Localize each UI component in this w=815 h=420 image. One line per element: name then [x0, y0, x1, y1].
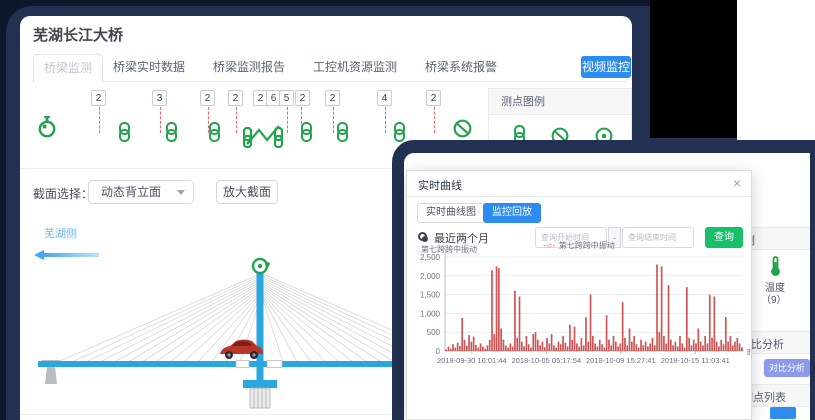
vibration-chart: 0 500 1,000 1,500 2,000 2,500 2018-09-30 16:01…	[411, 249, 751, 379]
truss-sensor-icon[interactable]	[243, 120, 283, 148]
thermometer-icon[interactable]	[769, 256, 782, 277]
svg-text:1,000: 1,000	[420, 309, 441, 318]
svg-text:时间: 时间	[747, 347, 751, 357]
svg-text:1,500: 1,500	[420, 291, 441, 300]
svg-text:0: 0	[436, 347, 441, 356]
temperature-count: （9）	[761, 291, 787, 306]
modal-header: 实时曲线 ×	[407, 171, 751, 197]
sensor-count-badge: 2	[91, 90, 106, 106]
sensor-dash-line	[99, 107, 100, 133]
svg-text:2,500: 2,500	[420, 253, 441, 262]
tab-0[interactable]: 桥梁监测	[33, 54, 103, 83]
tab-2[interactable]: 桥梁监测报告	[203, 54, 295, 82]
sensor-count-badge: 3	[152, 90, 167, 106]
svg-text:2,000: 2,000	[420, 272, 441, 281]
pier-cap	[243, 380, 277, 388]
legend-panel-title: 测点图例	[489, 89, 631, 115]
chain-link-icon[interactable]	[336, 122, 349, 147]
disabled-sensor-icon[interactable]	[453, 119, 472, 138]
section-select-dropdown[interactable]: 动态背立面	[88, 180, 194, 204]
sensor-count-badge: 2	[200, 90, 215, 106]
sensor-dash-line	[434, 107, 435, 133]
svg-text:2018-10-09 15:27:41: 2018-10-09 15:27:41	[586, 356, 656, 365]
background-black-region	[650, 0, 737, 138]
tab-realtime-curve[interactable]: 实时曲线图	[417, 203, 485, 223]
chevron-down-icon	[177, 190, 185, 195]
svg-text:500: 500	[427, 328, 441, 337]
enlarge-section-button[interactable]: 放大截面	[216, 180, 278, 204]
svg-text:2018-09-30 16:01:44: 2018-09-30 16:01:44	[437, 356, 507, 365]
camera-icon	[253, 259, 270, 273]
tab-monitor-playback[interactable]: 监控回放	[483, 203, 541, 223]
chain-link-icon[interactable]	[300, 122, 313, 147]
chain-link-icon[interactable]	[118, 122, 131, 147]
section-select-value: 动态背立面	[101, 185, 161, 199]
chain-link-icon[interactable]	[165, 122, 178, 147]
compare-analysis-button[interactable]: 对比分析	[764, 359, 810, 377]
svg-text:2018-10-05 05:17:54: 2018-10-05 05:17:54	[511, 356, 581, 365]
tab-3[interactable]: 工控机资源监测	[303, 54, 407, 82]
sidebar-row-action-button[interactable]	[770, 407, 796, 419]
sensor-dash-line	[236, 107, 237, 133]
tab-1[interactable]: 桥梁实时数据	[103, 54, 195, 82]
sensor-count-badge: 5	[279, 90, 294, 106]
screen: 芜湖长江大桥 桥梁监测桥梁实时数据桥梁监测报告工控机资源监测桥梁系统报警 视频监…	[0, 0, 815, 420]
sensor-dash-line	[385, 107, 386, 133]
pylon	[257, 272, 264, 382]
realtime-curve-modal: 实时曲线 × 实时曲线图 监控回放 最近两个月 - 查询 -○- 第七跨跨中振动…	[406, 170, 752, 420]
sensor-dash-line	[333, 107, 334, 133]
close-icon[interactable]: ×	[733, 175, 741, 191]
sensor-dash-line	[287, 107, 288, 133]
page-title: 芜湖长江大桥	[33, 24, 123, 45]
video-monitor-button[interactable]: 视频监控	[581, 56, 631, 78]
tab-4[interactable]: 桥梁系统报警	[415, 54, 507, 82]
sensor-ball-icon[interactable]	[38, 116, 56, 138]
sensor-count-badge: 2	[325, 90, 340, 106]
sensor-count-badge: 2	[295, 90, 310, 106]
svg-text:2018-10-15 11:03:41: 2018-10-15 11:03:41	[661, 356, 730, 365]
sensor-count-badge: 2	[426, 90, 441, 106]
sensor-count-badge: 2	[228, 90, 243, 106]
main-tabs: 桥梁监测桥梁实时数据桥梁监测报告工控机资源监测桥梁系统报警	[33, 54, 626, 82]
background-white-region	[737, 0, 815, 142]
sensor-count-badge: 4	[377, 90, 392, 106]
modal-title: 实时曲线	[418, 177, 462, 193]
pier-column	[250, 388, 270, 408]
section-select-label: 截面选择：	[33, 185, 93, 202]
chain-link-icon[interactable]	[208, 122, 221, 147]
sensor-dash-line	[160, 107, 161, 133]
